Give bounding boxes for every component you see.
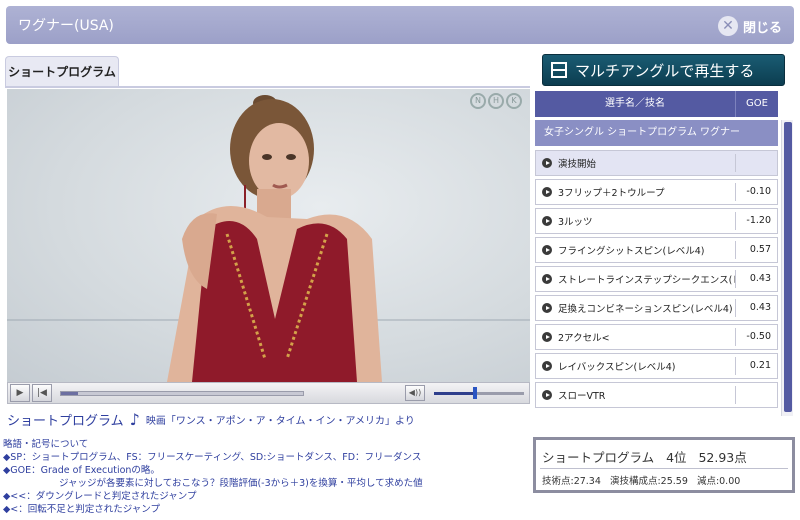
play-icon <box>542 332 552 342</box>
tab-underline <box>5 86 530 88</box>
video-player[interactable]: N H K <box>7 89 530 382</box>
score-divider <box>540 468 788 469</box>
volume-icon[interactable]: ◀)) <box>405 385 425 401</box>
score-rank: 4位 <box>666 450 687 465</box>
music-note-icon: ♪ <box>129 410 140 429</box>
score-program: ショートプログラム <box>542 450 655 465</box>
legend-line: ◆<<：ダウングレードと判定されたジャンプ <box>3 491 197 502</box>
music-title: 映画「ワンス・アポン・ア・タイム・イン・アメリカ」より <box>145 416 415 427</box>
element-goe: 0.57 <box>735 241 777 259</box>
legend-line: ◆GOE：Grade of Executionの略。 <box>3 465 160 476</box>
element-goe: 0.43 <box>735 299 777 317</box>
volume-slider-handle[interactable] <box>473 387 477 399</box>
play-button[interactable]: ▶ <box>10 384 30 402</box>
legend-line: 略語・記号について <box>3 439 89 450</box>
multi-angle-label: マルチアングルで再生する <box>575 61 755 80</box>
play-icon <box>542 361 552 371</box>
column-goe: GOE <box>735 91 778 117</box>
skater-title: ワグナー(USA) <box>18 18 114 34</box>
element-goe: 0.21 <box>735 357 777 375</box>
play-icon <box>542 216 552 226</box>
list-item[interactable]: 2アクセル< -0.50 <box>535 324 778 350</box>
list-item[interactable]: 足換えコンビネーションスピン(レベル4) 0.43 <box>535 295 778 321</box>
play-icon <box>542 245 552 255</box>
header-bar: ワグナー(USA) ✕ 閉じる <box>6 6 794 44</box>
list-item[interactable]: スローVTR <box>535 382 778 408</box>
legend-line: ◆<：回転不足と判定されたジャンプ <box>3 504 161 515</box>
abbreviation-legend: 略語・記号について ◆SP：ショートプログラム、FS：フリースケーティング、SD… <box>3 438 523 516</box>
close-icon: ✕ <box>717 16 738 36</box>
multi-angle-icon <box>551 62 567 78</box>
element-name: 3フリップ＋2トウループ <box>558 188 665 199</box>
seek-progress <box>61 392 78 395</box>
element-goe: -0.50 <box>735 328 777 346</box>
column-name: 選手名／技名 <box>535 91 735 117</box>
score-deduction: 減点:0.00 <box>696 476 741 487</box>
close-label: 閉じる <box>742 20 782 36</box>
program-label: ショートプログラム <box>7 414 124 429</box>
element-name: 2アクセル< <box>558 333 610 344</box>
element-list-header: 選手名／技名 GOE <box>535 91 778 117</box>
element-name: フライングシットスピン(レベル4) <box>558 246 705 257</box>
element-goe: -0.10 <box>735 183 777 201</box>
score-headline: ショートプログラム 4位 52.93点 <box>542 447 747 466</box>
element-goe: -1.20 <box>735 212 777 230</box>
element-goe <box>735 386 777 404</box>
play-icon <box>542 390 552 400</box>
list-item[interactable]: ストレートラインステップシークエンス(レベル3) 0.43 <box>535 266 778 292</box>
element-name: 足換えコンビネーションスピン(レベル4) <box>558 304 733 315</box>
logo-letter: K <box>506 93 522 109</box>
element-goe: 0.43 <box>735 270 777 288</box>
element-name: ストレートラインステップシークエンス(レベル3) <box>558 275 735 286</box>
player-controls: ▶ |◀ ◀)) <box>7 382 530 404</box>
rewind-button[interactable]: |◀ <box>32 384 52 402</box>
broadcaster-logo: N H K <box>470 93 522 109</box>
list-item[interactable]: フライングシットスピン(レベル4) 0.57 <box>535 237 778 263</box>
play-icon <box>542 303 552 313</box>
list-item[interactable]: 3ルッツ -1.20 <box>535 208 778 234</box>
score-summary: ショートプログラム 4位 52.93点 技術点:27.34 演技構成点:25.5… <box>533 437 795 493</box>
list-scrollbar[interactable] <box>781 120 793 416</box>
element-group-title: 女子シングル ショートプログラム ワグナー <box>535 120 778 146</box>
list-item[interactable]: 3フリップ＋2トウループ -0.10 <box>535 179 778 205</box>
program-caption: ショートプログラム ♪ 映画「ワンス・アポン・ア・タイム・イン・アメリカ」より <box>7 410 415 429</box>
tab-short-program[interactable]: ショートプログラム <box>5 56 119 86</box>
logo-letter: N <box>470 93 486 109</box>
score-pcs: 演技構成点:25.59 <box>609 476 688 487</box>
score-total: 52.93点 <box>698 450 747 465</box>
score-tes: 技術点:27.34 <box>542 476 601 487</box>
skater-image <box>167 95 382 382</box>
play-icon <box>542 274 552 284</box>
volume-fill <box>434 392 475 395</box>
element-name: スローVTR <box>558 391 606 402</box>
scrollbar-thumb[interactable] <box>784 122 792 412</box>
element-name: 3ルッツ <box>558 217 593 228</box>
seek-bar[interactable] <box>60 391 304 396</box>
multi-angle-button[interactable]: マルチアングルで再生する <box>542 54 785 86</box>
logo-letter: H <box>488 93 504 109</box>
legend-line: ◆SP：ショートプログラム、FS：フリースケーティング、SD:ショートダンス、F… <box>3 452 422 463</box>
element-name: レイバックスピン(レベル4) <box>558 362 676 373</box>
list-item[interactable]: レイバックスピン(レベル4) 0.21 <box>535 353 778 379</box>
element-goe <box>735 154 777 172</box>
list-item[interactable]: 演技開始 <box>535 150 778 176</box>
play-icon <box>542 187 552 197</box>
close-button[interactable]: ✕ 閉じる <box>717 15 782 37</box>
play-icon <box>542 158 552 168</box>
legend-line: ジャッジが各要素に対しておこなう？段階評価(-3から＋3)を換算・平均して求めた… <box>59 478 423 489</box>
element-name: 演技開始 <box>558 159 597 170</box>
element-list: 演技開始 3フリップ＋2トウループ -0.10 3ルッツ -1.20 フライング… <box>533 148 780 416</box>
score-breakdown: 技術点:27.34 演技構成点:25.59 減点:0.00 <box>542 473 740 487</box>
